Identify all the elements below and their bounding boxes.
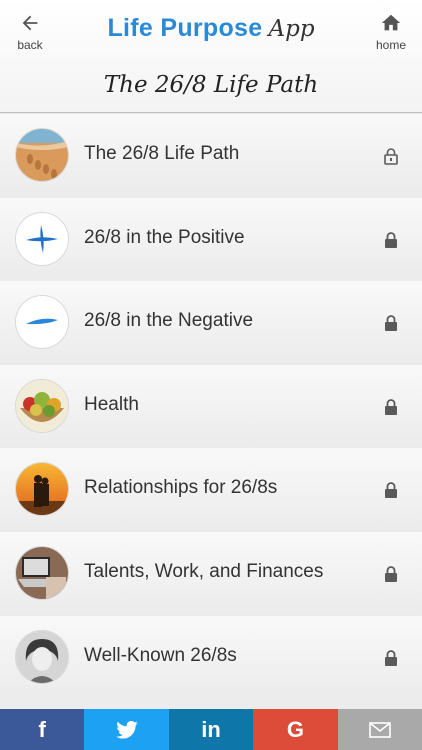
list-item[interactable]: 26/8 in the Negative xyxy=(0,281,422,365)
linkedin-icon: in xyxy=(201,716,221,742)
email-share-button[interactable] xyxy=(337,709,422,750)
blue-plus-image xyxy=(16,212,68,265)
lock-icon xyxy=(385,398,397,415)
sand-footprints-image xyxy=(16,129,68,181)
list-item-label: Talents, Work, and Finances xyxy=(84,560,324,582)
list-item-label: Relationships for 26/8s xyxy=(84,477,278,499)
list-item-label: Health xyxy=(84,393,139,415)
app-header: back Life Purpose App home The 26/8 Life … xyxy=(0,0,422,113)
list-item[interactable]: Relationships for 26/8s xyxy=(0,448,422,532)
blue-minus-image xyxy=(16,296,68,349)
app-logo: Life Purpose App xyxy=(0,14,422,43)
twitter-share-button[interactable] xyxy=(84,709,169,750)
list-item[interactable]: Health xyxy=(0,364,422,449)
lock-icon xyxy=(385,649,397,666)
twitter-bird-icon xyxy=(115,720,138,739)
lock-icon xyxy=(385,315,397,332)
page-title: The 26/8 Life Path xyxy=(103,72,319,98)
share-bar: f in G xyxy=(0,709,422,750)
home-label: home xyxy=(375,38,407,52)
list-item-label: Well-Known 26/8s xyxy=(84,644,237,666)
google-icon: G xyxy=(286,716,304,742)
laptop-desk-image xyxy=(16,546,68,599)
lock-icon xyxy=(385,482,397,499)
home-icon xyxy=(381,14,401,31)
lock-icon xyxy=(385,566,397,582)
list-item-label: 26/8 in the Positive xyxy=(84,226,245,248)
unlocked-lock-icon xyxy=(384,148,398,165)
logo-text: Life Purpose xyxy=(107,14,263,42)
facebook-icon: f xyxy=(38,716,46,742)
list-item[interactable]: Well-Known 26/8s xyxy=(0,615,422,700)
list-item[interactable]: The 26/8 Life Path xyxy=(0,114,422,198)
fruit-basket-image xyxy=(16,379,68,432)
chapter-list: The 26/8 Life Path 26/8 in the Positive xyxy=(0,114,422,700)
logo-text-script: App xyxy=(268,16,315,42)
list-item[interactable]: Talents, Work, and Finances xyxy=(0,531,422,616)
sunset-couple-image xyxy=(16,463,68,516)
lock-icon xyxy=(385,231,397,248)
list-item-label: The 26/8 Life Path xyxy=(84,143,240,164)
facebook-share-button[interactable]: f xyxy=(0,709,85,750)
google-share-button[interactable]: G xyxy=(253,709,338,750)
list-item-label: 26/8 in the Negative xyxy=(84,310,254,332)
home-button[interactable]: home xyxy=(361,12,421,56)
email-envelope-icon xyxy=(369,721,391,738)
list-item[interactable]: 26/8 in the Positive xyxy=(0,197,422,282)
linkedin-share-button[interactable]: in xyxy=(168,709,254,750)
portrait-image xyxy=(16,630,68,683)
